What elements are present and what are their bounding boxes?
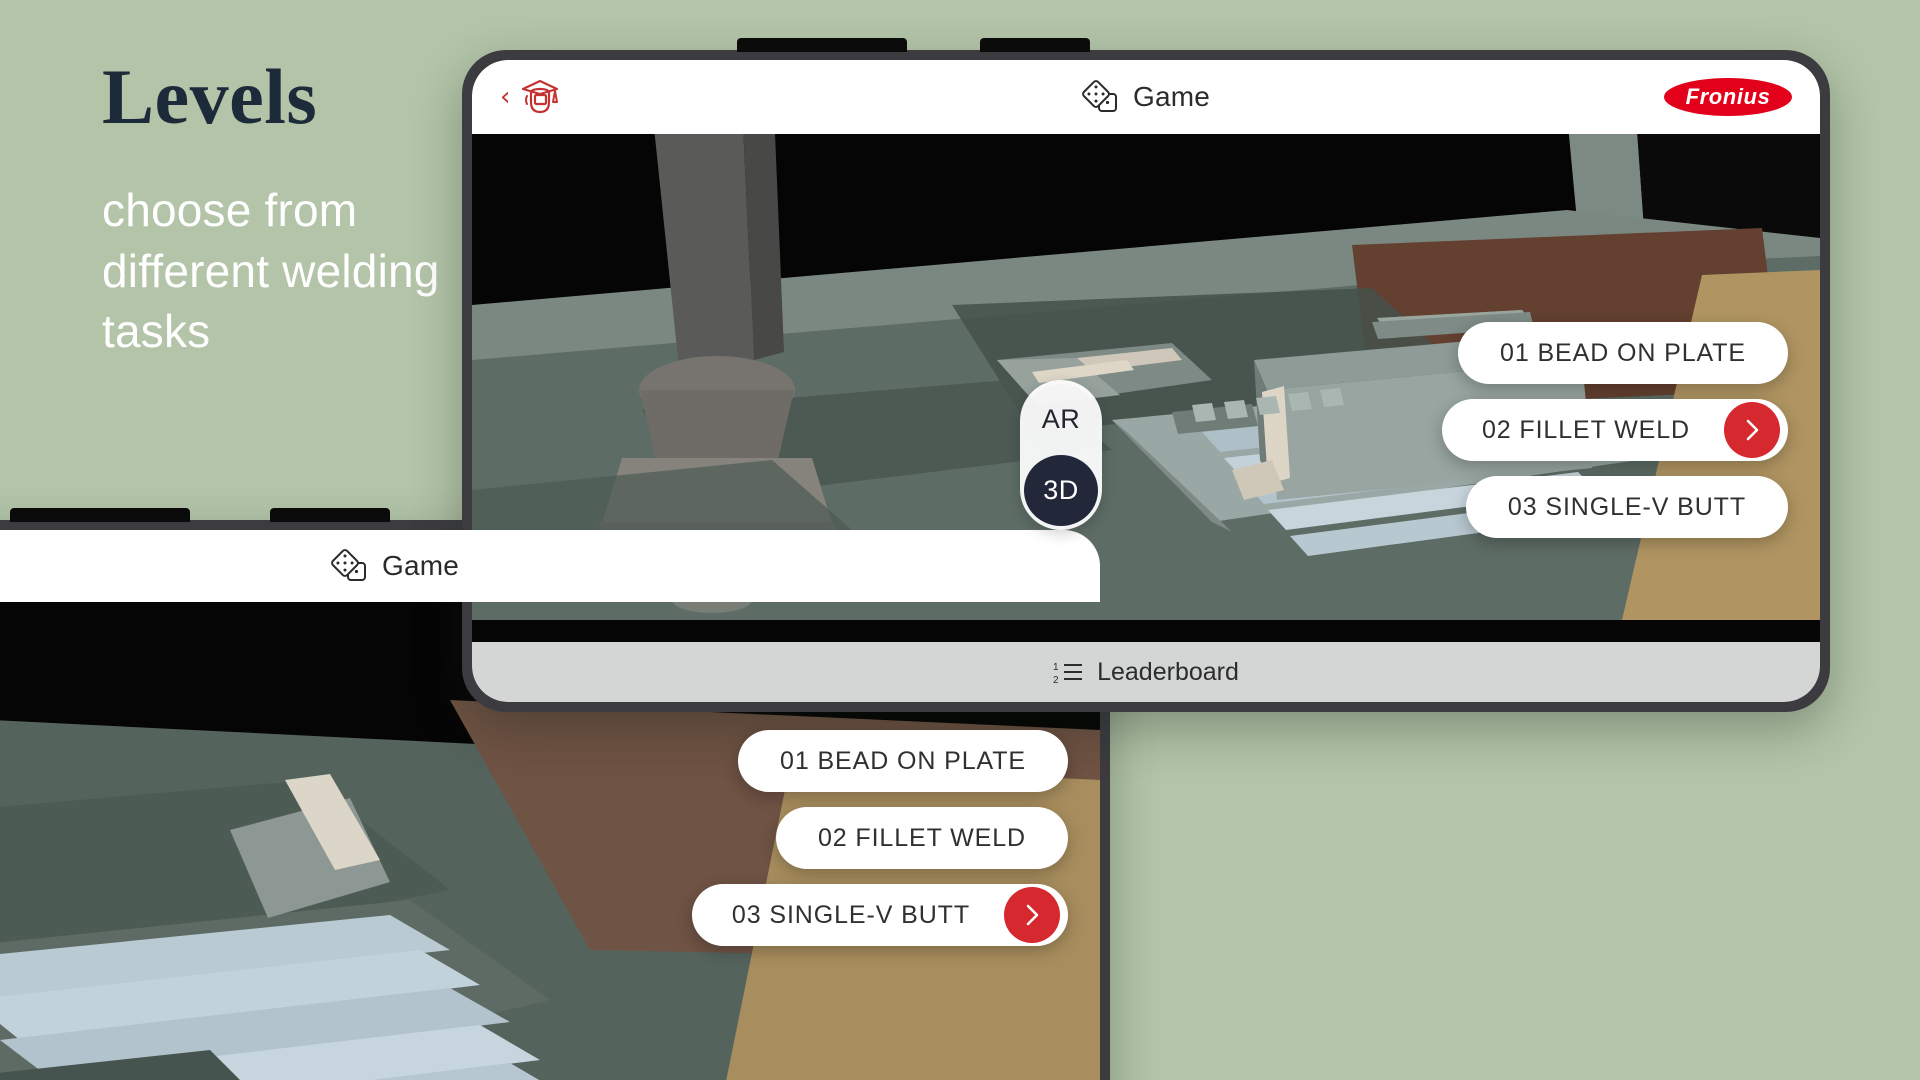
- phone-screen-primary: ‹ Game Fronius AR 3D 01 BEAD ON PLATE 02…: [472, 60, 1820, 702]
- level-label: 01 BEAD ON PLATE: [780, 746, 1026, 775]
- header-left-group: ‹: [500, 78, 560, 116]
- dice-icon: [331, 549, 369, 583]
- page-title: Levels: [102, 53, 318, 140]
- svg-text:2: 2: [1053, 675, 1059, 685]
- view-mode-toggle[interactable]: AR 3D: [1020, 380, 1102, 530]
- app-title-group-secondary: Game: [0, 549, 1100, 583]
- page-subtitle: choose from different welding tasks: [102, 184, 440, 358]
- app-title-group-primary: Game: [472, 80, 1820, 114]
- level-label: 03 SINGLE-V BUTT: [1507, 492, 1746, 521]
- level-label: 01 BEAD ON PLATE: [1500, 338, 1746, 367]
- dice-icon: [1082, 80, 1120, 114]
- numbered-list-icon: 1 2: [1053, 659, 1083, 686]
- marketing-copy: Levels choose from different welding tas…: [102, 58, 522, 362]
- welding-helmet-graduation-cap-icon[interactable]: [520, 78, 560, 116]
- view-mode-3d-option[interactable]: 3D: [1024, 455, 1098, 526]
- level-start-button[interactable]: [1724, 402, 1780, 458]
- leaderboard-bar[interactable]: 1 2 Leaderboard: [472, 642, 1820, 702]
- level-button-02[interactable]: 02 FILLET WELD: [1441, 399, 1788, 461]
- level-button-03-secondary[interactable]: 03 SINGLE-V BUTT: [691, 884, 1068, 946]
- phone-power-button-primary[interactable]: [980, 38, 1090, 52]
- level-button-01[interactable]: 01 BEAD ON PLATE: [1458, 322, 1788, 384]
- app-header-primary: ‹ Game Fronius: [472, 60, 1820, 134]
- back-icon[interactable]: ‹: [500, 84, 510, 110]
- leaderboard-label: Leaderboard: [1097, 657, 1239, 686]
- level-list-secondary: 01 BEAD ON PLATE 02 FILLET WELD 03 SINGL…: [691, 730, 1068, 946]
- phone-volume-button-secondary[interactable]: [10, 508, 190, 522]
- fronius-logo-badge: Fronius: [1664, 78, 1792, 116]
- level-button-02-secondary[interactable]: 02 FILLET WELD: [775, 807, 1068, 869]
- level-label: 03 SINGLE-V BUTT: [731, 900, 970, 929]
- app-title-secondary: Game: [381, 550, 460, 581]
- svg-text:1: 1: [1053, 662, 1059, 673]
- fronius-logo-text: Fronius: [1685, 84, 1771, 109]
- level-list-primary: 01 BEAD ON PLATE 02 FILLET WELD 03 SINGL…: [1441, 322, 1788, 538]
- level-label: 02 FILLET WELD: [1481, 415, 1690, 444]
- view-mode-ar-option[interactable]: AR: [1024, 384, 1098, 455]
- level-button-01-secondary[interactable]: 01 BEAD ON PLATE: [738, 730, 1068, 792]
- phone-power-button-secondary[interactable]: [270, 508, 390, 522]
- level-start-button-secondary[interactable]: [1004, 887, 1060, 943]
- app-header-secondary: Game: [0, 530, 1100, 602]
- app-title-primary: Game: [1132, 81, 1211, 112]
- phone-mockup-primary: ‹ Game Fronius AR 3D 01 BEAD ON PLATE 02…: [462, 38, 1830, 712]
- level-button-03[interactable]: 03 SINGLE-V BUTT: [1465, 476, 1788, 538]
- phone-volume-button-primary[interactable]: [737, 38, 907, 52]
- level-label: 02 FILLET WELD: [817, 823, 1026, 852]
- brand-logo[interactable]: Fronius: [1664, 78, 1792, 116]
